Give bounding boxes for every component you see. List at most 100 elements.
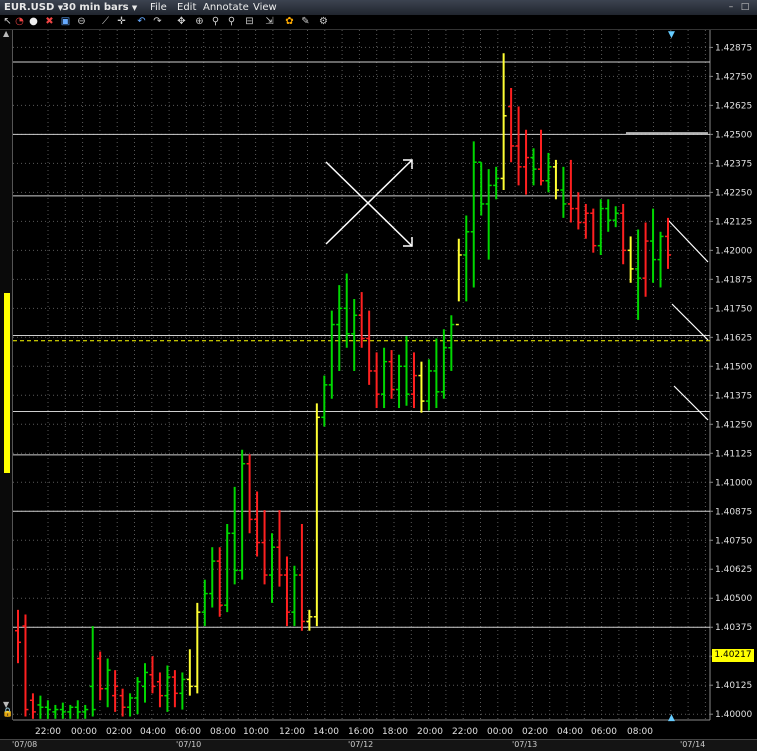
date-label: '07/14	[680, 740, 706, 749]
ohlc-bar	[97, 651, 104, 701]
date-label: '07/10	[176, 740, 202, 749]
ohlc-bar	[186, 649, 193, 696]
ohlc-bar	[194, 602, 201, 694]
ohlc-bar	[119, 688, 126, 717]
ohlc-bar	[650, 208, 657, 283]
date-label: '07/13	[512, 740, 538, 749]
time-tick-label: 08:00	[627, 727, 653, 737]
ohlc-bar	[418, 361, 425, 413]
time-tick-label: 04:00	[557, 727, 583, 737]
ohlc-bar	[171, 670, 178, 708]
time-tick-label: 02:00	[522, 727, 548, 737]
ohlc-bar	[455, 238, 462, 326]
price-tick-label: 1.42125	[715, 217, 752, 227]
ohlc-bar	[283, 556, 290, 627]
ohlc-bar	[381, 347, 388, 409]
time-tick-label: 18:00	[382, 727, 408, 737]
ohlc-bar	[530, 148, 537, 186]
ohlc-bar	[523, 129, 530, 195]
ohlc-bar	[366, 310, 373, 385]
ohlc-bar	[500, 53, 507, 191]
ohlc-bar	[89, 626, 96, 717]
ohlc-bar	[74, 700, 81, 719]
scroll-top-icon[interactable]: ▼	[668, 30, 675, 40]
ohlc-bar	[396, 354, 403, 409]
price-tick-label: 1.41875	[715, 275, 752, 285]
ohlc-bar	[231, 486, 238, 585]
time-tick-label: 22:00	[35, 727, 61, 737]
date-bar[interactable]	[0, 739, 757, 751]
price-tick-label: 1.41375	[715, 391, 752, 401]
ohlc-bar	[642, 222, 649, 297]
arrow-annotation	[325, 159, 413, 245]
ohlc-bar	[254, 491, 261, 557]
time-tick-label: 04:00	[140, 727, 166, 737]
ohlc-bar	[485, 169, 492, 260]
ohlc-bar	[179, 672, 186, 710]
ohlc-bar	[313, 403, 320, 627]
ohlc-bar	[156, 672, 163, 708]
time-tick-label: 14:00	[313, 727, 339, 737]
ohlc-bar	[425, 359, 432, 411]
price-tick-label: 1.40750	[715, 536, 752, 546]
price-tick-label: 1.42500	[715, 130, 752, 140]
ohlc-bar	[52, 704, 59, 719]
time-tick-label: 10:00	[243, 727, 269, 737]
ohlc-bar	[373, 352, 380, 409]
time-tick-label: 02:00	[106, 727, 132, 737]
ohlc-bar	[134, 677, 141, 715]
ohlc-bar	[478, 161, 485, 216]
current-price-label: 1.40217	[712, 649, 754, 662]
ohlc-bar	[403, 336, 410, 406]
time-tick-label: 22:00	[452, 727, 478, 737]
ohlc-bar	[44, 700, 51, 719]
price-axis: 1.42875 1.42750 1.42625 1.42500 1.42375 1.422…	[710, 43, 752, 720]
date-label: '07/12	[348, 740, 374, 749]
ohlc-bar	[470, 141, 477, 288]
ohlc-bar	[269, 533, 276, 603]
ohlc-bar	[29, 693, 36, 719]
ohlc-bar	[149, 656, 156, 694]
scroll-bottom-icon[interactable]: ▲	[668, 713, 675, 723]
price-tick-label: 1.41625	[715, 333, 752, 343]
price-tick-label: 1.42750	[715, 72, 752, 82]
ohlc-bar	[321, 375, 328, 427]
ohlc-bar	[201, 579, 208, 627]
ohlc-bar	[112, 670, 119, 712]
ohlc-bars	[15, 53, 671, 719]
ohlc-bar	[440, 329, 447, 399]
time-tick-label: 08:00	[210, 727, 236, 737]
ohlc-bar	[142, 663, 149, 703]
price-tick-label: 1.42250	[715, 188, 752, 198]
price-chart[interactable]: 1.42875 1.42750 1.42625 1.42500 1.42375 1.422…	[0, 0, 757, 750]
ohlc-bar	[575, 192, 582, 230]
ohlc-bar	[410, 352, 417, 409]
ohlc-bar	[515, 106, 522, 186]
ohlc-bar	[508, 87, 515, 163]
price-tick-label: 1.42000	[715, 246, 752, 256]
price-tick-label: 1.41000	[715, 478, 752, 488]
ohlc-bar	[246, 454, 253, 534]
ohlc-bar	[328, 310, 335, 399]
ohlc-bar	[164, 665, 171, 712]
price-tick-label: 1.40625	[715, 565, 752, 575]
ohlc-bar	[665, 217, 671, 269]
ohlc-bar	[216, 547, 223, 617]
ohlc-bar	[657, 231, 664, 288]
ohlc-bar	[224, 524, 231, 613]
ohlc-bar	[298, 524, 305, 631]
ohlc-bar	[239, 449, 246, 580]
ohlc-bar	[433, 338, 440, 409]
ohlc-bar	[620, 203, 627, 265]
time-tick-label: 20:00	[417, 727, 443, 737]
ohlc-bar	[104, 658, 111, 708]
price-tick-label: 1.41500	[715, 362, 752, 372]
price-tick-label: 1.40500	[715, 594, 752, 604]
time-tick-label: 16:00	[348, 727, 374, 737]
ohlc-bar	[545, 152, 552, 193]
chart-grid	[13, 30, 711, 721]
ohlc-bar	[463, 215, 470, 302]
ohlc-bar	[127, 693, 134, 717]
ohlc-bar	[15, 609, 21, 664]
ohlc-bar	[358, 292, 365, 348]
